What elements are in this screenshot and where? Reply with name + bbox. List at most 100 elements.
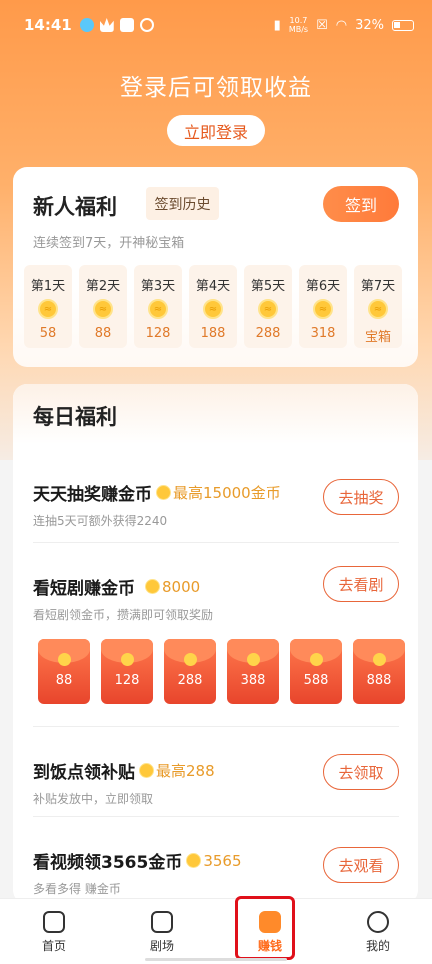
tab-label: 剧场 <box>149 939 174 953</box>
day-reward: 188 <box>200 326 226 341</box>
coin-icon <box>309 653 323 666</box>
task-reward: 3565 <box>203 851 242 870</box>
day-reward: 88 <box>94 326 112 341</box>
red-packet[interactable]: 288 <box>164 639 216 704</box>
coin-icon: ≈ <box>203 299 223 319</box>
sign-day-5[interactable]: 第5天 ≈ 288 <box>244 265 292 348</box>
watch-drama-button[interactable]: 去看剧 <box>323 566 399 602</box>
net-speed-value: 10.7 <box>289 16 308 25</box>
claim-subsidy-button[interactable]: 去领取 <box>323 754 399 790</box>
coin-icon <box>156 485 171 500</box>
newbie-title: 新人福利 <box>33 195 117 219</box>
day-reward: 288 <box>255 326 281 341</box>
battery-percent: 32% <box>355 17 384 33</box>
tab-home[interactable]: 首页 <box>0 899 108 964</box>
task-reward: 最高288 <box>156 762 215 780</box>
task-title-text: 到饭点领补贴 <box>33 763 135 783</box>
coin-icon <box>57 653 71 666</box>
task-subtitle: 看短剧领金币，攒满即可领取奖励 <box>33 608 214 622</box>
day-label: 第3天 <box>140 279 176 294</box>
coin-icon <box>120 653 134 666</box>
daily-title: 每日福利 <box>33 405 117 429</box>
bottom-tab-bar: 首页 剧场 赚钱 我的 <box>0 898 432 964</box>
day-label: 第5天 <box>250 279 286 294</box>
tab-label: 首页 <box>41 939 66 953</box>
sign-days-row: 第1天 ≈ 58 第2天 ≈ 88 第3天 ≈ 128 第4天 ≈ 188 第5… <box>24 265 402 348</box>
home-icon <box>43 911 65 933</box>
sim-icon: ☒ <box>316 17 328 33</box>
coin-icon <box>246 653 260 666</box>
status-bar: 14:41 ▮ 10.7 MB/s ☒ ◠ 32% <box>0 0 432 50</box>
net-speed-unit: MB/s <box>288 25 309 34</box>
task-meal-subsidy: 到饭点领补贴 最高288 补贴发放中，立即领取 去领取 <box>33 754 399 807</box>
packet-value: 388 <box>240 673 266 688</box>
task-subtitle: 补贴发放中，立即领取 <box>33 792 154 806</box>
divider <box>33 542 399 543</box>
watch-video-button[interactable]: 去观看 <box>323 847 399 883</box>
packet-value: 588 <box>303 673 329 688</box>
highlight-box <box>235 896 295 960</box>
day-label: 第6天 <box>305 279 341 294</box>
sign-day-2[interactable]: 第2天 ≈ 88 <box>79 265 127 348</box>
red-packet[interactable]: 888 <box>353 639 405 704</box>
day-reward: 128 <box>145 326 171 341</box>
vibrate-icon: ▮ <box>273 17 281 33</box>
packet-value: 128 <box>114 673 140 688</box>
task-lottery: 天天抽奖赚金币 最高15000金币 连抽5天可额外获得2240 去抽奖 <box>33 479 399 529</box>
link-app-icon <box>139 18 154 32</box>
network-speed: 10.7 MB/s <box>289 16 308 34</box>
day-label: 第4天 <box>195 279 231 294</box>
wifi-icon: ◠ <box>335 17 348 33</box>
lottery-button[interactable]: 去抽奖 <box>323 479 399 515</box>
sign-day-1[interactable]: 第1天 ≈ 58 <box>24 265 72 348</box>
coin-icon: ≈ <box>93 299 113 319</box>
day-label: 第2天 <box>85 279 121 294</box>
red-packet[interactable]: 388 <box>227 639 279 704</box>
coin-icon: ≈ <box>38 299 58 319</box>
task-watch-video: 看视频领3565金币 3565 多看多得 赚金币 去观看 <box>33 847 399 897</box>
packet-value: 288 <box>177 673 203 688</box>
login-prompt-title: 登录后可领取收益 <box>120 75 312 101</box>
day-label: 第7天 <box>360 279 396 294</box>
task-reward: 最高15000金币 <box>173 484 281 502</box>
day-reward: 宝箱 <box>364 330 391 345</box>
sign-day-3[interactable]: 第3天 ≈ 128 <box>134 265 182 348</box>
coin-icon: ≈ <box>148 299 168 319</box>
tab-theater[interactable]: 剧场 <box>108 899 216 964</box>
status-right: ▮ 10.7 MB/s ☒ ◠ 32% <box>274 16 414 34</box>
login-button[interactable]: 立即登录 <box>167 115 265 146</box>
tab-label: 我的 <box>365 939 390 953</box>
task-short-drama: 看短剧赚金币 8000 看短剧领金币，攒满即可领取奖励 去看剧 <box>33 566 399 623</box>
coin-icon <box>145 579 160 594</box>
red-packet[interactable]: 588 <box>290 639 342 704</box>
sign-day-7[interactable]: 第7天 ≈ 宝箱 <box>354 265 402 348</box>
play-icon <box>151 911 173 933</box>
tab-profile[interactable]: 我的 <box>324 899 432 964</box>
sign-in-button[interactable]: 签到 <box>323 186 399 222</box>
red-packet[interactable]: 128 <box>101 639 153 704</box>
coin-icon <box>372 653 386 666</box>
crown-icon <box>99 18 114 32</box>
red-packet[interactable]: 88 <box>38 639 90 704</box>
day-reward: 58 <box>39 326 57 341</box>
day-reward: 318 <box>310 326 336 341</box>
sign-day-4[interactable]: 第4天 ≈ 188 <box>189 265 237 348</box>
home-indicator <box>145 958 287 961</box>
sign-history-button[interactable]: 签到历史 <box>146 187 219 220</box>
task-title-text: 看短剧赚金币 <box>33 579 135 599</box>
status-app-icons <box>79 18 154 32</box>
task-reward: 8000 <box>162 577 201 596</box>
task-title-text: 看视频领3565金币 <box>33 853 183 873</box>
packet-value: 88 <box>55 673 73 688</box>
divider <box>33 726 399 727</box>
coin-icon <box>186 853 202 868</box>
red-packet-row: 88 128 288 388 588 888 <box>38 639 405 704</box>
daily-benefits-card: 每日福利 天天抽奖赚金币 最高15000金币 连抽5天可额外获得2240 去抽奖… <box>13 384 418 904</box>
coin-icon <box>139 763 154 778</box>
day-label: 第1天 <box>30 279 66 294</box>
newbie-subtitle: 连续签到7天，开神秘宝箱 <box>33 236 185 251</box>
sign-day-6[interactable]: 第6天 ≈ 318 <box>299 265 347 348</box>
coin-icon: ≈ <box>368 299 388 319</box>
task-title-text: 天天抽奖赚金币 <box>33 485 152 505</box>
status-time: 14:41 <box>24 16 72 34</box>
